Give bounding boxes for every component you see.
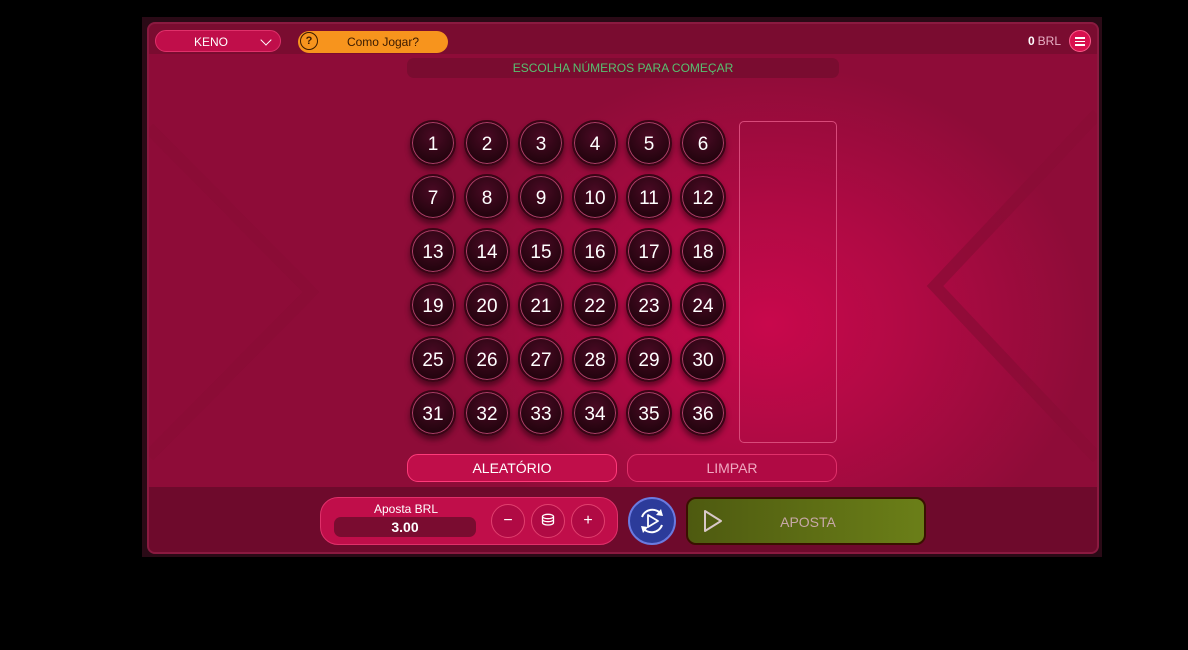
number-ball[interactable]: 4 <box>572 120 618 166</box>
bet-amount-input[interactable]: 3.00 <box>334 517 476 537</box>
increase-bet-button[interactable]: + <box>571 504 605 538</box>
autoplay-button[interactable] <box>628 497 676 545</box>
number-ball[interactable]: 32 <box>464 390 510 436</box>
bet-panel: Aposta BRL 3.00 − + APOSTA <box>149 487 1097 552</box>
number-ball[interactable]: 17 <box>626 228 672 274</box>
number-ball[interactable]: 31 <box>410 390 456 436</box>
number-ball[interactable]: 35 <box>626 390 672 436</box>
status-message: ESCOLHA NÚMEROS PARA COMEÇAR <box>407 58 839 78</box>
drawn-numbers-panel <box>739 121 837 443</box>
game-window: KENO ? Como Jogar? 0 BRL ESCOLHA NÚMEROS … <box>142 17 1102 557</box>
background-decoration <box>149 109 1097 463</box>
place-bet-button[interactable]: APOSTA <box>686 497 926 545</box>
number-ball[interactable]: 36 <box>680 390 726 436</box>
number-ball[interactable]: 14 <box>464 228 510 274</box>
number-ball[interactable]: 24 <box>680 282 726 328</box>
menu-button[interactable] <box>1069 30 1091 52</box>
bet-amount-box: Aposta BRL 3.00 − + <box>320 497 618 545</box>
number-ball[interactable]: 7 <box>410 174 456 220</box>
number-ball[interactable]: 18 <box>680 228 726 274</box>
number-ball[interactable]: 21 <box>518 282 564 328</box>
random-pick-button[interactable]: ALEATÓRIO <box>407 454 617 482</box>
number-ball[interactable]: 23 <box>626 282 672 328</box>
number-ball[interactable]: 29 <box>626 336 672 382</box>
number-ball[interactable]: 28 <box>572 336 618 382</box>
number-ball[interactable]: 13 <box>410 228 456 274</box>
number-ball[interactable]: 15 <box>518 228 564 274</box>
how-to-play-label: Como Jogar? <box>346 35 420 49</box>
help-icon: ? <box>300 32 318 50</box>
menu-icon-line <box>1075 40 1085 42</box>
bet-title: Aposta BRL <box>373 502 439 516</box>
number-ball[interactable]: 16 <box>572 228 618 274</box>
chip-stack-button[interactable] <box>531 504 565 538</box>
number-ball[interactable]: 2 <box>464 120 510 166</box>
balance-display: 0 BRL <box>1028 34 1061 48</box>
top-bar: KENO ? Como Jogar? 0 BRL <box>149 24 1097 54</box>
number-ball[interactable]: 30 <box>680 336 726 382</box>
number-ball[interactable]: 25 <box>410 336 456 382</box>
number-ball[interactable]: 6 <box>680 120 726 166</box>
clear-button[interactable]: LIMPAR <box>627 454 837 482</box>
number-ball[interactable]: 26 <box>464 336 510 382</box>
game-select-dropdown[interactable]: KENO <box>155 30 281 52</box>
number-ball[interactable]: 22 <box>572 282 618 328</box>
play-icon <box>704 510 722 532</box>
coins-icon <box>541 513 555 526</box>
game-area: KENO ? Como Jogar? 0 BRL ESCOLHA NÚMEROS … <box>147 22 1099 554</box>
menu-icon <box>1075 37 1085 39</box>
number-ball[interactable]: 34 <box>572 390 618 436</box>
number-ball[interactable]: 11 <box>626 174 672 220</box>
game-select-label: KENO <box>193 35 228 49</box>
place-bet-label: APOSTA <box>780 514 836 530</box>
number-ball[interactable]: 3 <box>518 120 564 166</box>
decrease-bet-button[interactable]: − <box>491 504 525 538</box>
number-ball[interactable]: 12 <box>680 174 726 220</box>
number-ball[interactable]: 5 <box>626 120 672 166</box>
menu-icon-line <box>1075 44 1085 46</box>
number-ball[interactable]: 27 <box>518 336 564 382</box>
number-ball[interactable]: 19 <box>410 282 456 328</box>
number-ball[interactable]: 33 <box>518 390 564 436</box>
number-ball[interactable]: 20 <box>464 282 510 328</box>
number-ball[interactable]: 1 <box>410 120 456 166</box>
autoplay-icon <box>641 508 663 534</box>
number-ball[interactable]: 8 <box>464 174 510 220</box>
balance-currency: BRL <box>1037 34 1061 48</box>
balance-value: 0 <box>1027 34 1035 48</box>
number-ball[interactable]: 9 <box>518 174 564 220</box>
number-ball[interactable]: 10 <box>572 174 618 220</box>
how-to-play-button[interactable]: ? Como Jogar? <box>298 31 448 53</box>
